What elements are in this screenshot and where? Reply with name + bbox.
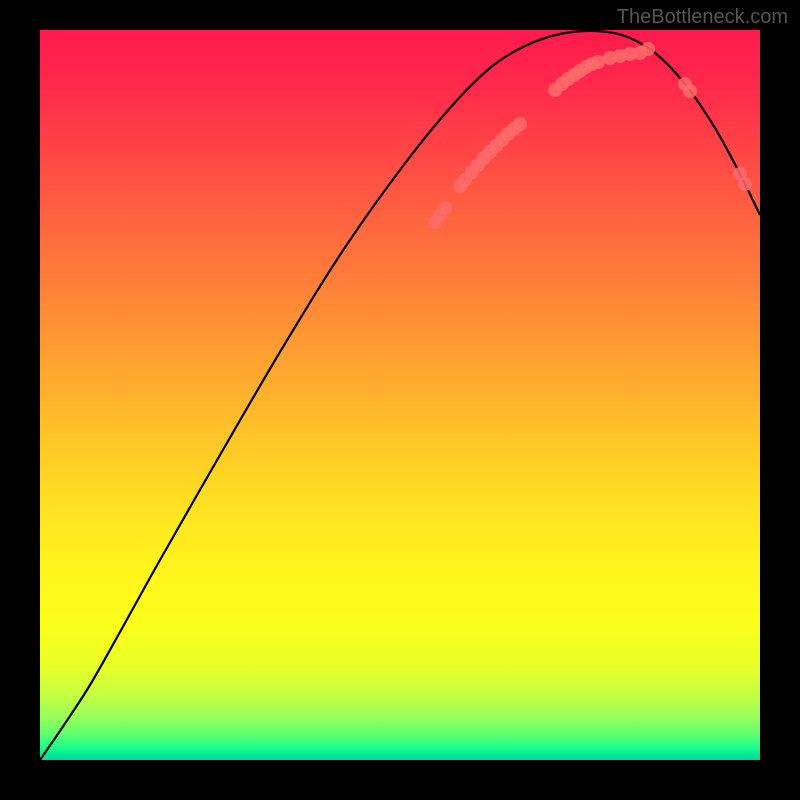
scatter-point — [683, 84, 697, 98]
scatter-point — [738, 177, 752, 191]
chart-svg-layer — [40, 30, 760, 760]
scatter-points — [428, 42, 752, 229]
scatter-point — [641, 42, 655, 56]
chart-plot-area — [40, 30, 760, 760]
watermark-text: TheBottleneck.com — [617, 6, 788, 29]
bottleneck-curve — [40, 31, 760, 760]
scatter-point — [513, 117, 527, 131]
scatter-point — [591, 55, 605, 69]
scatter-point — [438, 201, 452, 215]
